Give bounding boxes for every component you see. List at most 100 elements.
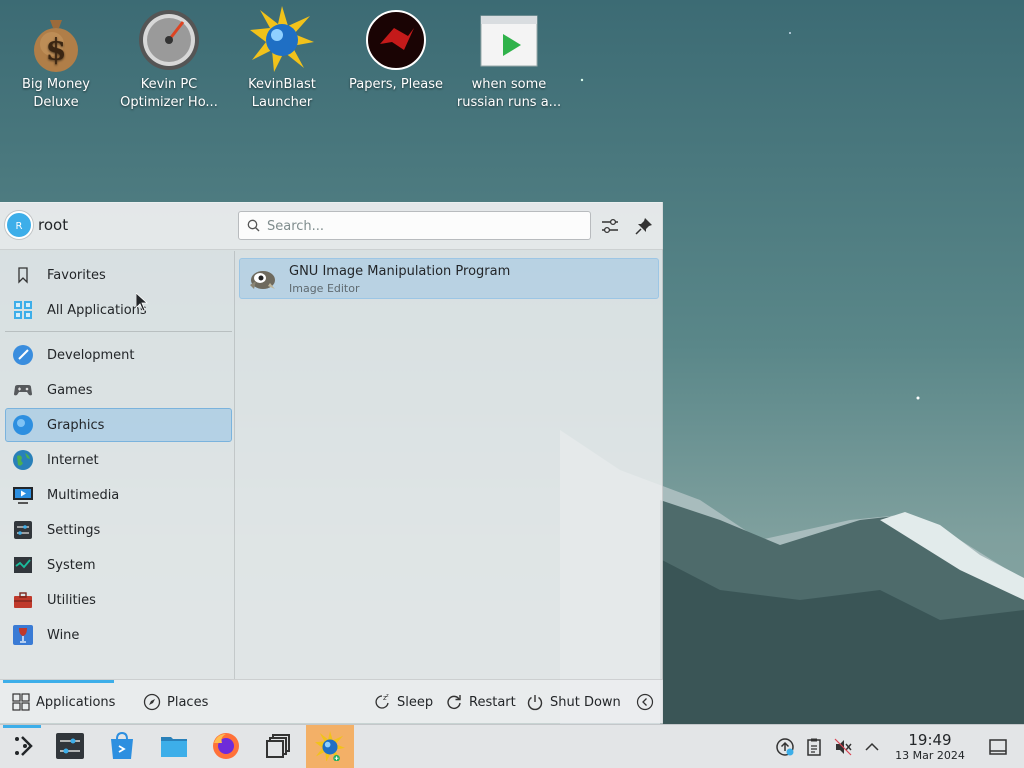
taskbar-discover[interactable] bbox=[98, 725, 146, 768]
active-tab-indicator bbox=[3, 680, 114, 683]
restart-label: Restart bbox=[469, 694, 516, 710]
desktop-icon-papers-please[interactable]: Papers, Please bbox=[342, 6, 450, 94]
taskbar: 19:49 13 Mar 2024 bbox=[0, 724, 1024, 768]
launcher-header: R root bbox=[0, 203, 663, 250]
kde-logo-icon bbox=[9, 731, 39, 761]
avatar[interactable]: R bbox=[5, 211, 33, 239]
category-label: Development bbox=[47, 347, 135, 363]
sleep-icon: zz bbox=[373, 693, 391, 711]
tab-places[interactable]: Places bbox=[143, 693, 208, 711]
sliders-icon bbox=[599, 218, 621, 241]
update-notifier-icon[interactable] bbox=[775, 737, 795, 757]
category-settings[interactable]: Settings bbox=[5, 513, 232, 547]
mouse-cursor-icon bbox=[135, 292, 149, 317]
digital-clock[interactable]: 19:49 13 Mar 2024 bbox=[888, 732, 972, 763]
category-label: System bbox=[47, 557, 96, 573]
money-bag-icon: $ bbox=[24, 6, 88, 74]
chevron-up-icon[interactable] bbox=[862, 737, 882, 757]
tab-applications[interactable]: Applications bbox=[12, 693, 115, 711]
taskbar-kevinblast-task[interactable] bbox=[306, 725, 354, 768]
grid-icon bbox=[12, 299, 34, 321]
more-session-button[interactable] bbox=[636, 693, 660, 711]
desktop-icon-video[interactable]: when some russian runs a... bbox=[455, 6, 563, 112]
taskbar-firefox[interactable] bbox=[202, 725, 250, 768]
power-icon bbox=[526, 693, 544, 711]
category-multimedia[interactable]: Multimedia bbox=[5, 478, 232, 512]
desktop-icon-label: KevinBlast Launcher bbox=[248, 77, 316, 110]
gimp-icon bbox=[246, 265, 278, 293]
category-internet[interactable]: Internet bbox=[5, 443, 232, 477]
pin-button[interactable] bbox=[633, 215, 655, 237]
desktop-icon-kevinblast-launcher[interactable]: KevinBlast Launcher bbox=[228, 6, 336, 112]
category-label: Wine bbox=[47, 627, 80, 643]
applications-grid-icon bbox=[12, 693, 30, 711]
show-desktop-icon[interactable] bbox=[988, 737, 1008, 757]
taskbar-window-switcher[interactable] bbox=[254, 725, 302, 768]
volume-muted-icon[interactable] bbox=[833, 737, 853, 757]
configure-button[interactable] bbox=[599, 215, 621, 237]
pin-icon bbox=[633, 218, 655, 241]
discover-icon bbox=[107, 731, 137, 761]
search-field[interactable] bbox=[238, 211, 591, 240]
launcher-footer: Applications Places zz Sleep Restart Shu… bbox=[0, 679, 663, 724]
application-launcher: R root Favorites All Applications bbox=[0, 202, 663, 724]
category-wine[interactable]: Wine bbox=[5, 618, 232, 652]
category-games[interactable]: Games bbox=[5, 373, 232, 407]
kevinblast-icon bbox=[250, 6, 314, 74]
taskbar-system-settings[interactable] bbox=[46, 725, 94, 768]
search-icon bbox=[247, 219, 260, 236]
desktop-icon-label: when some russian runs a... bbox=[456, 77, 562, 110]
bookmark-icon bbox=[12, 264, 34, 286]
username[interactable]: root bbox=[38, 216, 68, 234]
taskbar-file-manager[interactable] bbox=[150, 725, 198, 768]
sleep-label: Sleep bbox=[397, 694, 434, 710]
desktop-icon-kevin-pc-optimizer[interactable]: Kevin PC Optimizer Ho... bbox=[115, 6, 223, 112]
windows-stack-icon bbox=[263, 731, 293, 761]
sleep-button[interactable]: zz Sleep bbox=[373, 693, 433, 711]
category-separator bbox=[5, 331, 232, 332]
category-system[interactable]: System bbox=[5, 548, 232, 582]
system-icon bbox=[12, 554, 34, 576]
shutdown-button[interactable]: Shut Down bbox=[526, 693, 621, 711]
category-label: Favorites bbox=[47, 267, 106, 283]
gamepad-icon bbox=[12, 379, 34, 401]
svg-text:$: $ bbox=[46, 33, 67, 68]
launcher-open-indicator bbox=[3, 725, 41, 728]
app-item-gimp[interactable]: GNU Image Manipulation Program Image Edi… bbox=[239, 258, 659, 299]
app-name: GNU Image Manipulation Program bbox=[289, 264, 511, 279]
development-icon bbox=[12, 344, 34, 366]
papers-please-icon bbox=[364, 6, 428, 74]
desktop-icon-label: Big Money Deluxe bbox=[21, 77, 90, 110]
svg-text:z: z bbox=[386, 693, 389, 699]
application-launcher-button[interactable] bbox=[0, 725, 48, 768]
desktop-icon-big-money-deluxe[interactable]: $ Big Money Deluxe bbox=[2, 6, 110, 112]
settings-icon bbox=[55, 731, 85, 761]
category-label: Internet bbox=[47, 452, 99, 468]
category-label: Settings bbox=[47, 522, 101, 538]
globe-icon bbox=[12, 449, 34, 471]
toolbox-icon bbox=[12, 589, 34, 611]
category-development[interactable]: Development bbox=[5, 338, 232, 372]
category-utilities[interactable]: Utilities bbox=[5, 583, 232, 617]
video-play-icon bbox=[477, 6, 541, 74]
tab-places-label: Places bbox=[167, 694, 209, 710]
restart-button[interactable]: Restart bbox=[445, 693, 516, 711]
speedometer-icon bbox=[137, 6, 201, 74]
settings-icon bbox=[12, 519, 34, 541]
clipboard-icon[interactable] bbox=[804, 737, 824, 757]
desktop-icon-label: Papers, Please bbox=[348, 77, 444, 92]
category-label: Graphics bbox=[47, 417, 105, 433]
search-input[interactable] bbox=[267, 216, 585, 236]
shutdown-label: Shut Down bbox=[550, 694, 621, 710]
category-label: All Applications bbox=[47, 302, 147, 318]
category-graphics[interactable]: Graphics bbox=[5, 408, 232, 442]
restart-icon bbox=[445, 693, 463, 711]
multimedia-icon bbox=[12, 484, 34, 506]
category-all-applications[interactable]: All Applications bbox=[5, 293, 232, 327]
chevron-left-circle-icon bbox=[636, 693, 654, 711]
firefox-icon bbox=[211, 731, 241, 761]
graphics-icon bbox=[12, 414, 34, 436]
category-favorites[interactable]: Favorites bbox=[5, 258, 232, 292]
clock-time: 19:49 bbox=[908, 731, 952, 749]
category-label: Utilities bbox=[47, 592, 96, 608]
